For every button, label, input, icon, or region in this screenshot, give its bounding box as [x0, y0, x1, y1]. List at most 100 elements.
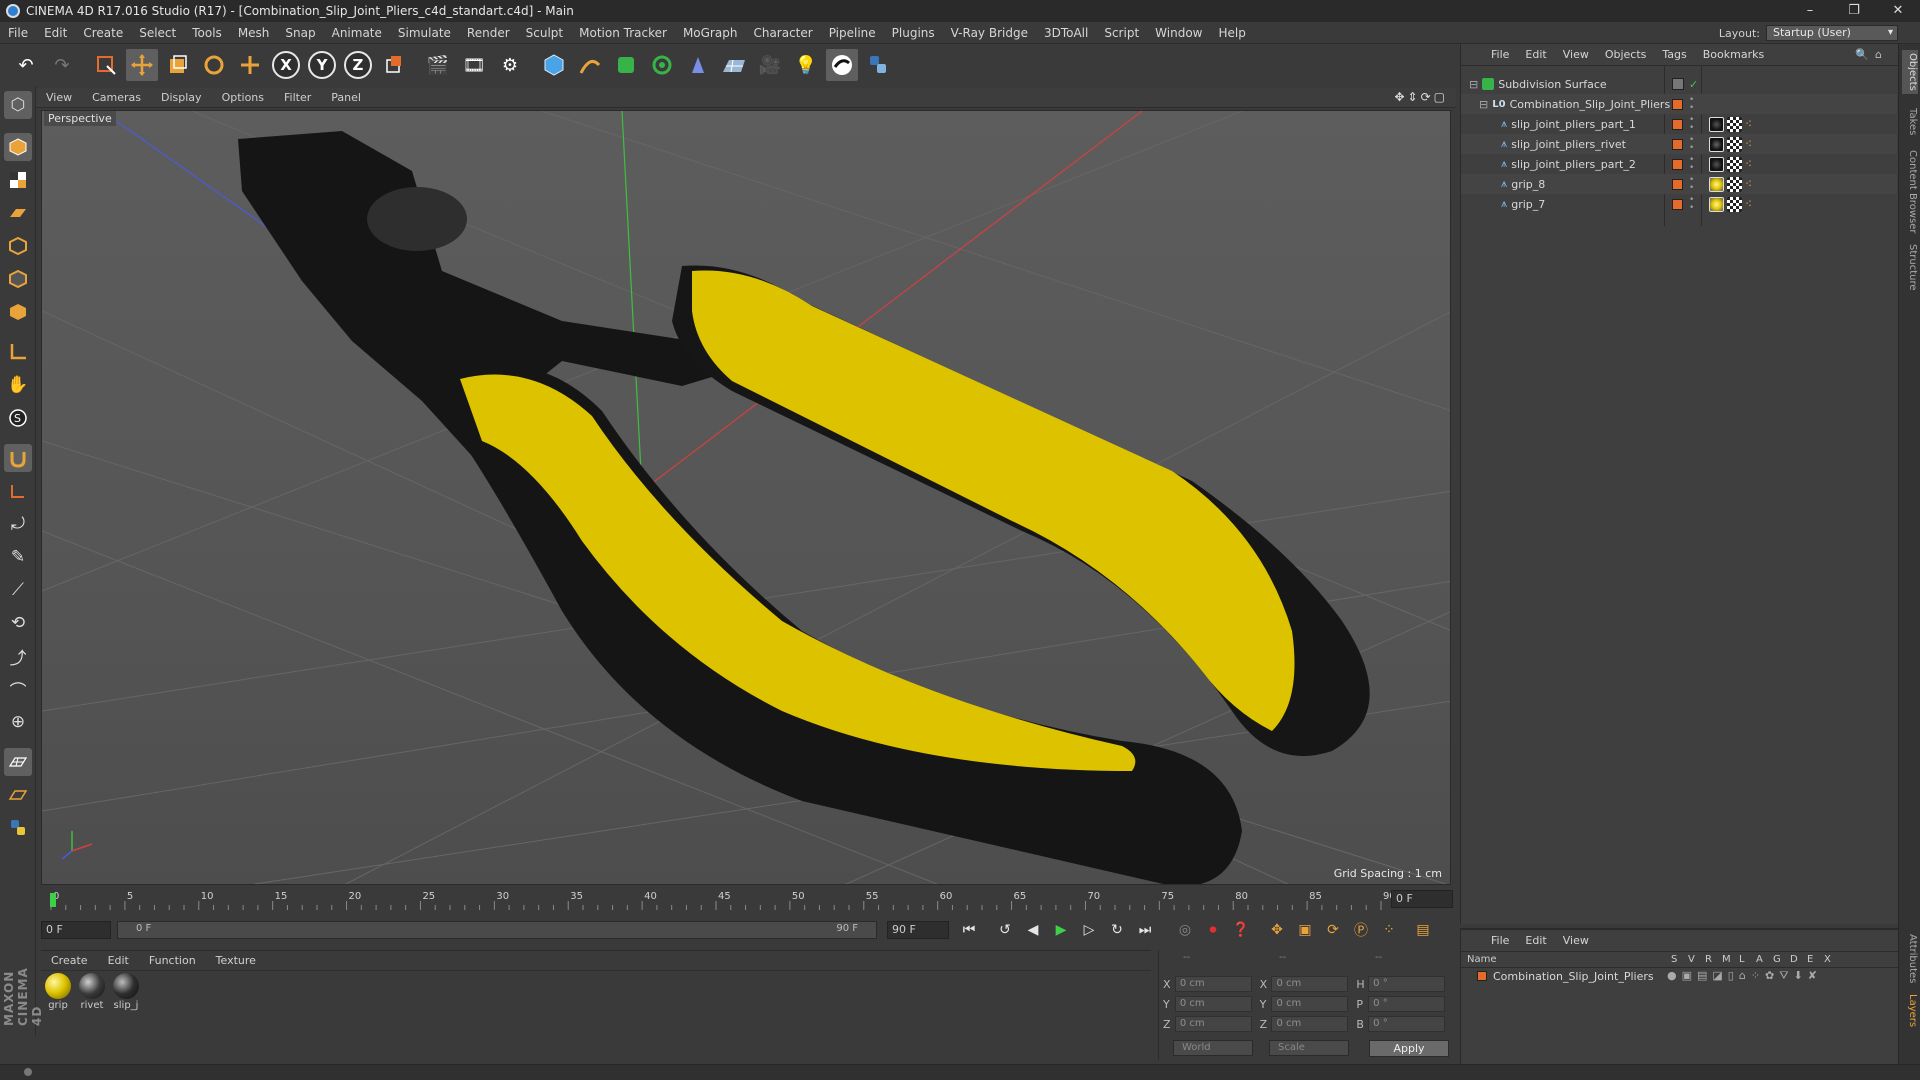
restore-button[interactable]: ❐: [1832, 0, 1876, 22]
objects-menu-tags[interactable]: Tags: [1654, 48, 1694, 61]
menu-animate[interactable]: Animate: [324, 22, 390, 44]
material-tag-icon[interactable]: [1709, 196, 1724, 212]
timeline-ruler[interactable]: 0 5 10 15 20 25 30 35 40 45 50 55 60 65 70 75 80 85 90 0 F: [41, 887, 1453, 911]
menu-sculpt[interactable]: Sculpt: [518, 22, 571, 44]
viewport-menu-cameras[interactable]: Cameras: [82, 91, 151, 104]
layers-menu-edit[interactable]: Edit: [1517, 934, 1554, 947]
rotate-tool-icon[interactable]: [198, 49, 230, 81]
menu-create[interactable]: Create: [75, 22, 131, 44]
go-to-end-icon[interactable]: ⏭: [1133, 918, 1157, 942]
menu-simulate[interactable]: Simulate: [390, 22, 459, 44]
key-rotation-icon[interactable]: ⟳: [1321, 918, 1345, 942]
viewport-menu-view[interactable]: View: [36, 91, 82, 104]
material-menu-function[interactable]: Function: [139, 954, 206, 967]
objects-menu-view[interactable]: View: [1555, 48, 1597, 61]
spline-pen-icon[interactable]: [574, 49, 606, 81]
rotation-h-field[interactable]: 0 °: [1368, 976, 1446, 992]
uvw-tag-icon[interactable]: [1727, 176, 1742, 192]
transform-tool-icon[interactable]: [234, 49, 266, 81]
menu-window[interactable]: Window: [1147, 22, 1210, 44]
weld-tool-icon[interactable]: ⊕: [4, 708, 32, 736]
move-tool-icon[interactable]: [126, 49, 158, 81]
material-tag-icon[interactable]: [1709, 116, 1724, 132]
redo-icon[interactable]: ↷: [46, 49, 78, 81]
layer-row[interactable]: Combination_Slip_Joint_Pliers ●▣▤◪▯⌂⁘✿⛛⬇…: [1461, 968, 1898, 986]
material-tag-icon[interactable]: [1709, 136, 1724, 152]
start-frame-field[interactable]: 0 F: [41, 921, 111, 939]
uvw-tag-icon[interactable]: [1727, 136, 1742, 152]
object-manager-search-icon[interactable]: 🔍⌂: [1855, 48, 1888, 61]
layer-swatch[interactable]: [1672, 98, 1683, 110]
object-row-part-1[interactable]: ⩚ slip_joint_pliers_part_1 • • ⁖: [1461, 114, 1897, 134]
perspective-viewport[interactable]: Perspective Grid Spacing : 1 cm: [41, 110, 1451, 885]
collapse-icon[interactable]: ⊟: [1469, 78, 1478, 91]
make-editable-icon[interactable]: ⬡: [4, 91, 32, 119]
go-to-start-icon[interactable]: ⏮: [957, 918, 981, 942]
layout-select[interactable]: Startup (User): [1766, 25, 1898, 41]
menu-mograph[interactable]: MoGraph: [675, 22, 746, 44]
layer-toggle-icons[interactable]: ●▣▤◪▯⌂⁘✿⛛⬇✘: [1667, 969, 1822, 983]
position-y-field[interactable]: 0 cm: [1174, 996, 1252, 1012]
tab-layers[interactable]: Layers: [1902, 994, 1918, 1027]
phong-tag-icon[interactable]: ⁖: [1745, 177, 1760, 192]
polygons-mode-icon[interactable]: [4, 298, 32, 326]
previous-key-icon[interactable]: ↺: [993, 918, 1017, 942]
layers-menu-file[interactable]: File: [1483, 934, 1517, 947]
tab-objects[interactable]: Objects: [1902, 50, 1918, 94]
material-menu-create[interactable]: Create: [41, 954, 98, 967]
coordinate-system-icon[interactable]: [378, 49, 410, 81]
camera-icon[interactable]: 🎥: [754, 49, 786, 81]
size-mode-dropdown[interactable]: Scale: [1269, 1040, 1349, 1056]
keyframe-selection-icon[interactable]: ❓: [1229, 918, 1253, 942]
coordinate-space-dropdown[interactable]: World: [1173, 1040, 1253, 1056]
viewport-menu-filter[interactable]: Filter: [274, 91, 321, 104]
layer-swatch[interactable]: [1672, 158, 1683, 170]
layer-color-swatch[interactable]: [1477, 971, 1487, 981]
minimize-button[interactable]: –: [1788, 0, 1832, 22]
phong-tag-icon[interactable]: ⁖: [1745, 197, 1760, 212]
apply-button[interactable]: Apply: [1369, 1040, 1449, 1057]
close-button[interactable]: ✕: [1876, 0, 1920, 22]
edges-mode-icon[interactable]: [4, 265, 32, 293]
layer-swatch[interactable]: [1672, 138, 1683, 150]
size-z-field[interactable]: 0 cm: [1271, 1016, 1349, 1032]
current-frame-field[interactable]: 0 F: [1391, 890, 1453, 908]
next-key-icon[interactable]: ↻: [1105, 918, 1129, 942]
position-z-field[interactable]: 0 cm: [1174, 1016, 1252, 1032]
snap-icon[interactable]: S: [4, 404, 32, 432]
phong-tag-icon[interactable]: ⁖: [1745, 117, 1760, 132]
previous-frame-icon[interactable]: ◀: [1021, 918, 1045, 942]
record-keys-icon[interactable]: ◎: [1173, 918, 1197, 942]
viewport-menu-options[interactable]: Options: [212, 91, 274, 104]
render-view-icon[interactable]: 🎬: [422, 49, 454, 81]
viewport-navigation-icons[interactable]: ✥⇕⟳▢: [1394, 90, 1448, 104]
phong-tag-icon[interactable]: ⁖: [1745, 157, 1760, 172]
bridge-tool-icon[interactable]: ⌒: [4, 675, 32, 703]
enabled-check-icon[interactable]: ✓: [1689, 78, 1698, 91]
live-selection-icon[interactable]: [90, 49, 122, 81]
menu-motion-tracker[interactable]: Motion Tracker: [571, 22, 675, 44]
floor-lock-icon[interactable]: [4, 781, 32, 809]
floor-scene-icon[interactable]: [718, 49, 750, 81]
menu-select[interactable]: Select: [131, 22, 184, 44]
menu-3dtoall[interactable]: 3DToAll: [1036, 22, 1096, 44]
menu-script[interactable]: Script: [1096, 22, 1147, 44]
workplane-axis-icon[interactable]: [4, 477, 32, 505]
loop-tool-icon[interactable]: ⟲: [4, 609, 32, 637]
objects-menu-edit[interactable]: Edit: [1517, 48, 1554, 61]
phong-tag-icon[interactable]: ⁖: [1745, 137, 1760, 152]
position-x-field[interactable]: 0 cm: [1174, 976, 1252, 992]
menu-edit[interactable]: Edit: [36, 22, 75, 44]
magnet-icon[interactable]: [4, 444, 32, 472]
object-row-subdivision-surface[interactable]: ⊟ Subdivision Surface ✓: [1461, 74, 1897, 94]
model-mode-icon[interactable]: [4, 133, 32, 161]
visibility-dots-icon[interactable]: • •: [1689, 116, 1694, 133]
python-script-icon[interactable]: [4, 814, 32, 842]
visibility-dots-icon[interactable]: • •: [1689, 156, 1694, 173]
object-row-part-2[interactable]: ⩚ slip_joint_pliers_part_2 • • ⁖: [1461, 154, 1897, 174]
visibility-dots-icon[interactable]: • •: [1689, 96, 1694, 113]
objects-menu-file[interactable]: File: [1483, 48, 1517, 61]
menu-vray-bridge[interactable]: V-Ray Bridge: [943, 22, 1036, 44]
tab-attributes[interactable]: Attributes: [1902, 934, 1918, 983]
menu-tools[interactable]: Tools: [184, 22, 230, 44]
